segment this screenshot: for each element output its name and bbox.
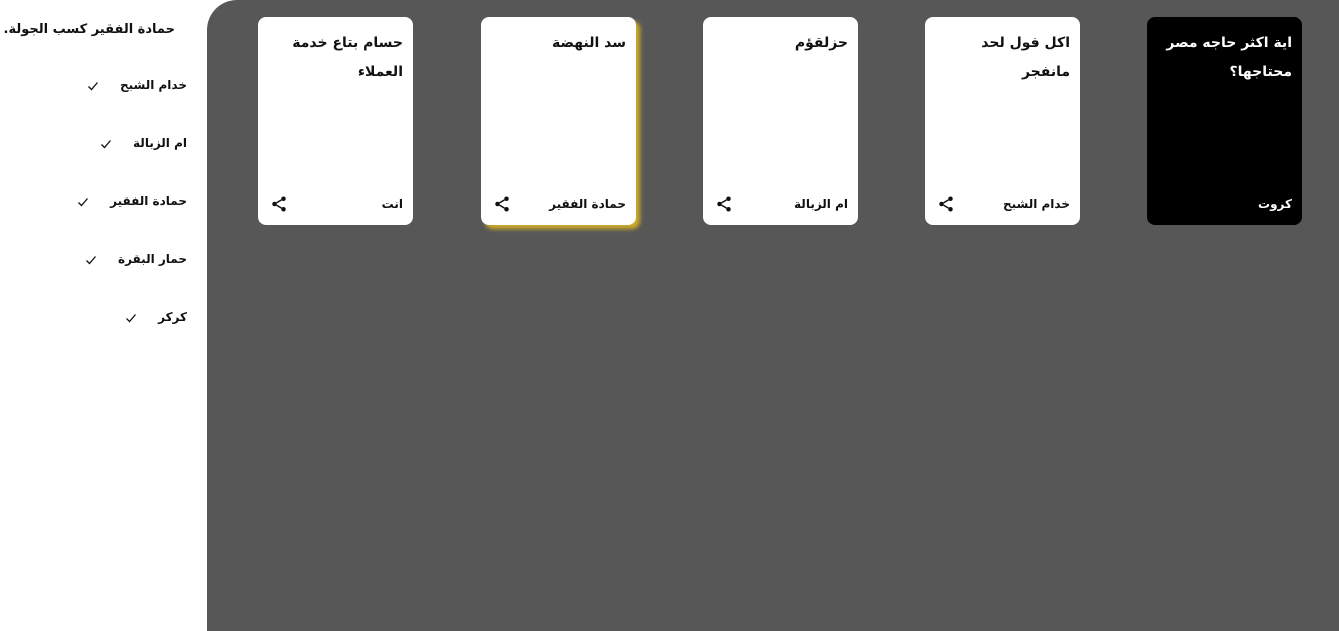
player-item: حمار البقرة [84, 249, 187, 269]
check-icon [124, 310, 138, 324]
check-icon [86, 78, 100, 92]
card-footer: خدام الشبح [935, 193, 1070, 215]
share-icon[interactable] [935, 193, 957, 215]
player-item: حمادة الفقير [76, 191, 187, 211]
round-result-title: حمادة الفقير كسب الجولة. [3, 22, 175, 37]
answer-card[interactable]: حسام بتاع خدمة العملاء انت [258, 17, 413, 225]
answer-card-text: اكل فول لحد مانفجر [981, 35, 1070, 80]
player-item: خدام الشبح [86, 75, 187, 95]
player-name: ام الزبالة [133, 136, 187, 150]
share-icon[interactable] [491, 193, 513, 215]
share-icon[interactable] [268, 193, 290, 215]
prompt-card-text: اية اكثر حاجه مصر محتاجها؟ [1166, 35, 1292, 80]
card-footer: ام الزبالة [713, 193, 848, 215]
answer-card-text: حسام بتاع خدمة العملاء [292, 35, 403, 80]
card-footer: حمادة الفقير [491, 193, 626, 215]
answer-card-text: حزلقؤم [794, 35, 848, 51]
player-name: حمادة الفقير [110, 194, 187, 208]
check-icon [99, 136, 113, 150]
player-item: ام الزبالة [99, 133, 187, 153]
player-name: خدام الشبح [119, 78, 187, 92]
card-author: انت [381, 197, 403, 211]
card-author: ام الزبالة [794, 197, 848, 211]
share-icon[interactable] [713, 193, 735, 215]
player-name: كركر [158, 310, 187, 324]
game-board: اية اكثر حاجه مصر محتاجها؟ كروت اكل فول … [207, 0, 1339, 631]
answer-card[interactable]: حزلقؤم ام الزبالة [703, 17, 858, 225]
sidebar: حمادة الفقير كسب الجولة. خدام الشبح ام ا… [0, 0, 207, 631]
answer-card-text: سد النهضة [551, 35, 626, 51]
card-author: خدام الشبح [1002, 197, 1070, 211]
card-footer: كروت [1157, 193, 1292, 215]
check-icon [84, 252, 98, 266]
player-name: حمار البقرة [118, 252, 187, 266]
answer-card[interactable]: اكل فول لحد مانفجر خدام الشبح [925, 17, 1080, 225]
card-author: حمادة الفقير [549, 197, 626, 211]
answer-card-winner[interactable]: سد النهضة حمادة الفقير [481, 17, 636, 225]
player-item: كركر [124, 307, 187, 327]
prompt-card: اية اكثر حاجه مصر محتاجها؟ كروت [1147, 17, 1302, 225]
card-author: كروت [1258, 197, 1292, 211]
check-icon [76, 194, 90, 208]
card-footer: انت [268, 193, 403, 215]
